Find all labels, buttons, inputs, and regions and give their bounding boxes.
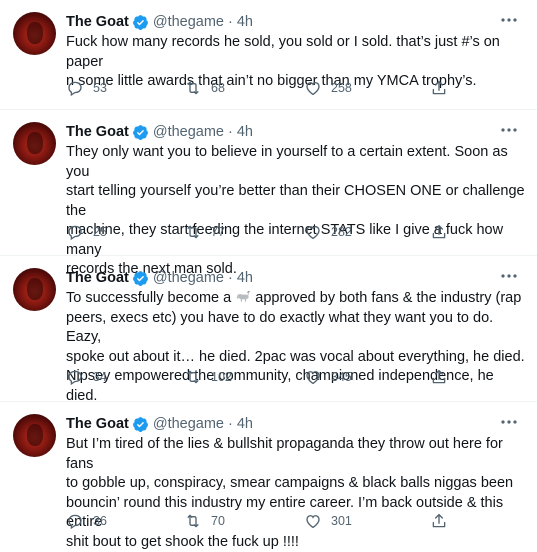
reply-icon bbox=[66, 368, 84, 386]
retweet-count: 102 bbox=[211, 370, 232, 384]
retweet-icon bbox=[184, 223, 202, 241]
tweet[interactable]: The Goat @thegame · 4h Fuck how many rec… bbox=[0, 0, 537, 110]
like-count: 301 bbox=[331, 514, 352, 528]
retweet-count: 68 bbox=[211, 81, 225, 95]
tweet-actions: 25 77 282 bbox=[66, 223, 466, 243]
retweet-icon bbox=[184, 368, 202, 386]
tweet-text-line: to gobble up, conspiracy, smear campaign… bbox=[66, 474, 526, 494]
share-icon bbox=[430, 368, 448, 386]
retweet-count: 77 bbox=[211, 225, 225, 239]
tweet[interactable]: The Goat @thegame · 4h But I’m tired of … bbox=[0, 402, 537, 539]
retweet-button[interactable]: 77 bbox=[184, 223, 225, 241]
reply-icon bbox=[66, 512, 84, 530]
handle[interactable]: @thegame bbox=[153, 416, 224, 432]
tweet-text: To successfully become a approved by bot… bbox=[66, 289, 526, 406]
avatar[interactable] bbox=[13, 268, 56, 311]
tweet-header: The Goat @thegame · 4h bbox=[66, 268, 253, 288]
heart-icon bbox=[304, 512, 322, 530]
reply-button[interactable]: 25 bbox=[66, 223, 107, 241]
reply-count: 25 bbox=[93, 225, 107, 239]
verified-badge-icon bbox=[132, 124, 149, 141]
retweet-icon bbox=[184, 79, 202, 97]
like-count: 258 bbox=[331, 81, 352, 95]
more-horizontal-icon[interactable] bbox=[499, 14, 519, 26]
reply-count: 36 bbox=[93, 514, 107, 528]
reply-button[interactable]: 53 bbox=[66, 79, 107, 97]
display-name[interactable]: The Goat bbox=[66, 124, 129, 140]
share-button[interactable] bbox=[430, 512, 448, 530]
separator-dot: · bbox=[228, 270, 233, 286]
tweet-text-line: To successfully become a approved by bot… bbox=[66, 289, 526, 309]
retweet-icon bbox=[184, 512, 202, 530]
tweet-header: The Goat @thegame · 4h bbox=[66, 12, 253, 32]
avatar[interactable] bbox=[13, 12, 56, 55]
like-button[interactable]: 301 bbox=[304, 512, 352, 530]
tweet-text-line: They only want you to believe in yoursel… bbox=[66, 143, 526, 182]
tweet-text-line: start telling yourself you’re better tha… bbox=[66, 182, 526, 221]
handle[interactable]: @thegame bbox=[153, 124, 224, 140]
retweet-count: 70 bbox=[211, 514, 225, 528]
handle[interactable]: @thegame bbox=[153, 270, 224, 286]
retweet-button[interactable]: 68 bbox=[184, 79, 225, 97]
display-name[interactable]: The Goat bbox=[66, 14, 129, 30]
display-name[interactable]: The Goat bbox=[66, 416, 129, 432]
share-icon bbox=[430, 223, 448, 241]
share-button[interactable] bbox=[430, 79, 448, 97]
retweet-button[interactable]: 102 bbox=[184, 368, 232, 386]
heart-icon bbox=[304, 79, 322, 97]
reply-icon bbox=[66, 79, 84, 97]
tweet-actions: 34 102 345 bbox=[66, 368, 466, 388]
tweet-text-line: spoke out about it… he died. 2pac was vo… bbox=[66, 348, 526, 368]
tweet-actions: 53 68 258 bbox=[66, 79, 466, 99]
verified-badge-icon bbox=[132, 416, 149, 433]
more-horizontal-icon[interactable] bbox=[499, 124, 519, 136]
tweet-text-line: Fuck how many records he sold, you sold … bbox=[66, 33, 526, 72]
timestamp[interactable]: 4h bbox=[237, 124, 253, 140]
reply-count: 53 bbox=[93, 81, 107, 95]
verified-badge-icon bbox=[132, 14, 149, 31]
share-icon bbox=[430, 79, 448, 97]
reply-button[interactable]: 36 bbox=[66, 512, 107, 530]
avatar[interactable] bbox=[13, 122, 56, 165]
reply-button[interactable]: 34 bbox=[66, 368, 107, 386]
separator-dot: · bbox=[228, 124, 233, 140]
tweet-text-line: But I’m tired of the lies & bullshit pro… bbox=[66, 435, 526, 474]
reply-count: 34 bbox=[93, 370, 107, 384]
tweet-text-segment: To successfully become a bbox=[66, 290, 231, 306]
separator-dot: · bbox=[228, 416, 233, 432]
timestamp[interactable]: 4h bbox=[237, 416, 253, 432]
retweet-button[interactable]: 70 bbox=[184, 512, 225, 530]
tweet-header: The Goat @thegame · 4h bbox=[66, 122, 253, 142]
avatar[interactable] bbox=[13, 414, 56, 457]
like-button[interactable]: 345 bbox=[304, 368, 352, 386]
verified-badge-icon bbox=[132, 270, 149, 287]
tweet[interactable]: The Goat @thegame · 4h They only want yo… bbox=[0, 110, 537, 256]
more-horizontal-icon[interactable] bbox=[499, 270, 519, 282]
like-button[interactable]: 258 bbox=[304, 79, 352, 97]
share-button[interactable] bbox=[430, 223, 448, 241]
goat-emoji bbox=[235, 290, 251, 304]
more-horizontal-icon[interactable] bbox=[499, 416, 519, 428]
like-count: 282 bbox=[331, 225, 352, 239]
handle[interactable]: @thegame bbox=[153, 14, 224, 30]
separator-dot: · bbox=[228, 14, 233, 30]
tweet-text: But I’m tired of the lies & bullshit pro… bbox=[66, 435, 526, 552]
tweet-header: The Goat @thegame · 4h bbox=[66, 414, 253, 434]
tweet-text-line: peers, execs etc) you have to do exactly… bbox=[66, 309, 526, 348]
heart-icon bbox=[304, 368, 322, 386]
like-count: 345 bbox=[331, 370, 352, 384]
tweet-text-line: shit bout to get shook the fuck up !!!! bbox=[66, 533, 526, 552]
tweet-feed: The Goat @thegame · 4h Fuck how many rec… bbox=[0, 0, 537, 539]
timestamp[interactable]: 4h bbox=[237, 14, 253, 30]
share-button[interactable] bbox=[430, 368, 448, 386]
like-button[interactable]: 282 bbox=[304, 223, 352, 241]
heart-icon bbox=[304, 223, 322, 241]
tweet[interactable]: The Goat @thegame · 4h To successfully b… bbox=[0, 256, 537, 402]
timestamp[interactable]: 4h bbox=[237, 270, 253, 286]
share-icon bbox=[430, 512, 448, 530]
tweet-text-segment: approved by both fans & the industry (ra… bbox=[255, 290, 521, 306]
reply-icon bbox=[66, 223, 84, 241]
display-name[interactable]: The Goat bbox=[66, 270, 129, 286]
tweet-actions: 36 70 301 bbox=[66, 512, 466, 532]
